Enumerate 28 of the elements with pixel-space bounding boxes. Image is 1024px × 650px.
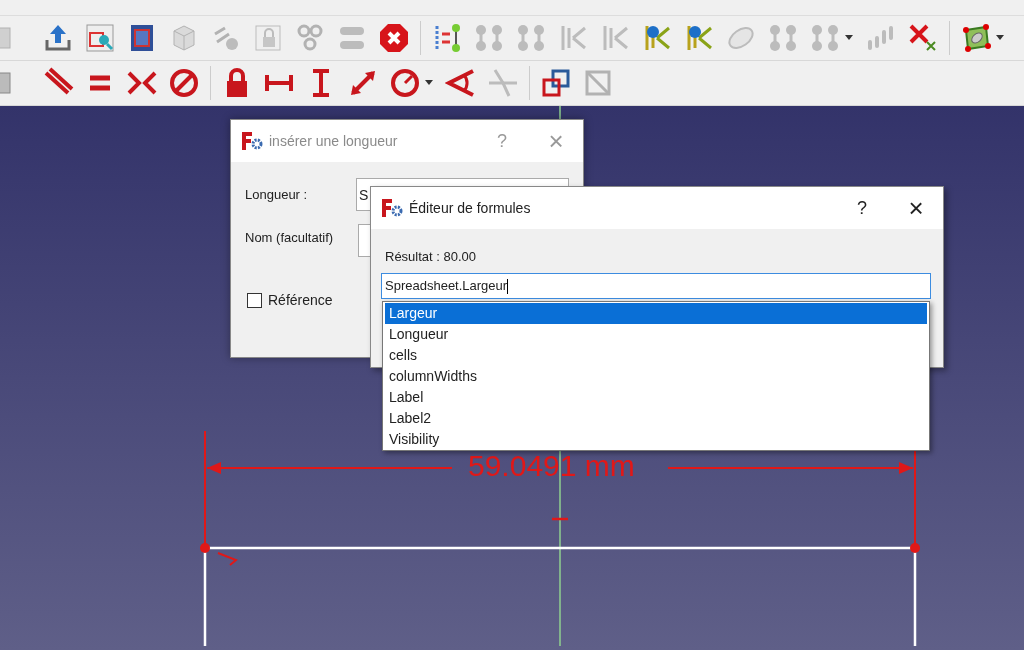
help-button[interactable]: ? [847, 197, 877, 219]
suggestion-item[interactable]: Longueur [385, 324, 927, 345]
app-logo-icon [241, 131, 263, 151]
constraint-mark [552, 517, 568, 521]
suggestion-item[interactable]: Visibility [385, 429, 927, 450]
reference-checkbox[interactable]: Référence [247, 292, 333, 308]
reference-label: Référence [268, 292, 333, 308]
dialog-title: insérer une longueur [269, 133, 399, 149]
inspect-icon[interactable] [84, 22, 116, 54]
quad-icon[interactable] [960, 22, 992, 54]
close-button[interactable]: × [901, 192, 931, 224]
angle-icon[interactable] [445, 67, 477, 99]
formula-field[interactable]: Spreadsheet.Largeur [381, 273, 931, 299]
suggestion-item[interactable]: cells [385, 345, 927, 366]
name-label: Nom (facultatif) [245, 230, 334, 245]
dialog-title: Éditeur de formules [409, 200, 532, 216]
stop-icon[interactable] [378, 22, 410, 54]
suggestion-item[interactable]: columnWidths [385, 366, 927, 387]
length-label: Longueur : [245, 187, 308, 202]
construction-icon[interactable] [540, 67, 572, 99]
app-logo-icon [381, 198, 403, 218]
suggestion-item[interactable]: Largeur [385, 303, 927, 324]
suggestion-item[interactable]: Label [385, 387, 927, 408]
radius-icon[interactable] [389, 67, 421, 99]
result-text: Résultat : 80.00 [385, 249, 477, 264]
suggestion-item[interactable]: Label2 [385, 408, 927, 429]
block-icon[interactable] [168, 67, 200, 99]
checkbox[interactable] [247, 292, 262, 308]
